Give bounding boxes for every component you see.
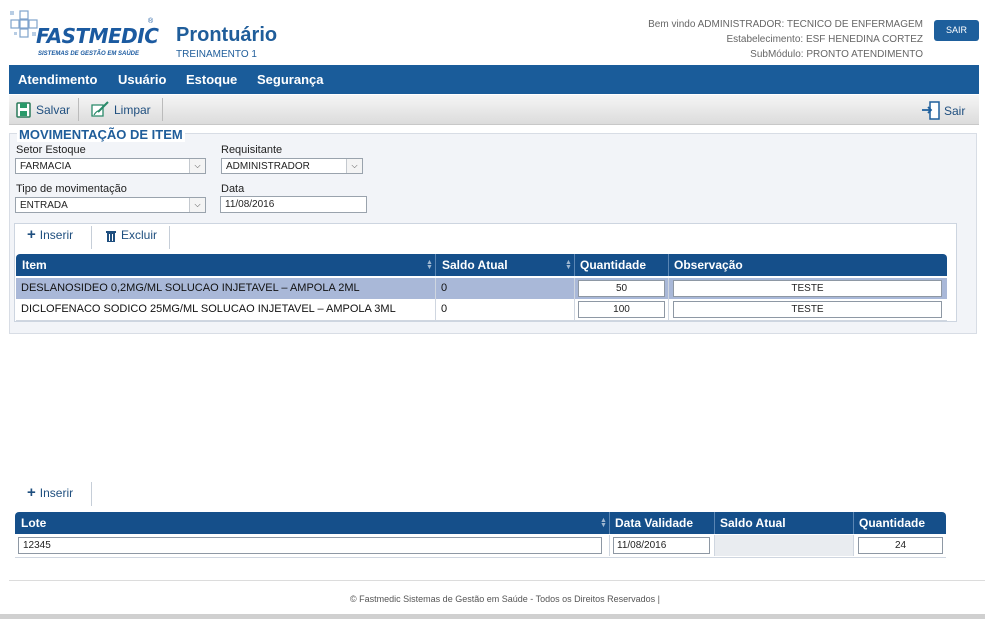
data-field[interactable]: 11/08/2016 (220, 196, 367, 213)
sort-icon[interactable]: ▲ ▼ (426, 259, 433, 271)
saldo-cell (715, 535, 853, 556)
tipo-label: Tipo de movimentação (16, 183, 127, 195)
save-icon (16, 102, 31, 118)
clear-icon (91, 101, 109, 117)
submodule-text: SubMódulo: PRONTO ATENDIMENTO (750, 49, 923, 60)
insert-lote-button[interactable]: + Inserir (27, 484, 74, 501)
plus-icon: + (27, 484, 36, 501)
section-title: MOVIMENTAÇÃO DE ITEM (17, 127, 185, 142)
col-validade[interactable]: Data Validade (615, 516, 693, 530)
validade-input[interactable]: 11/08/2016 (613, 537, 710, 554)
app-title: Prontuário (176, 24, 278, 46)
data-label: Data (221, 183, 245, 195)
observation-input[interactable]: TESTE (673, 280, 942, 297)
chevron-down-icon: ⌵ (189, 198, 205, 212)
col-quantidade[interactable]: Quantidade (580, 258, 646, 272)
requisitante-label: Requisitante (221, 144, 283, 156)
requisitante-value: ADMINISTRADOR (226, 161, 310, 172)
table-row[interactable]: DICLOFENACO SODICO 25MG/ML SOLUCAO INJET… (16, 299, 947, 321)
observation-input[interactable]: TESTE (673, 301, 942, 318)
items-table-header: Item ▲ ▼ Saldo Atual ▲ ▼ Quantidade Observ… (16, 254, 947, 276)
col-saldo[interactable]: Saldo Atual (720, 516, 786, 530)
nav-item-estoque[interactable]: Estoque (186, 72, 237, 87)
item-saldo: 0 (441, 303, 448, 315)
exit-button[interactable]: Sair (921, 101, 965, 120)
lote-input[interactable]: 12345 (18, 537, 602, 554)
main-nav: Atendimento Usuário Estoque Segurança (9, 65, 979, 94)
col-lote[interactable]: Lote (21, 516, 46, 530)
item-name: DICLOFENACO SODICO 25MG/ML SOLUCAO INJET… (21, 303, 396, 315)
plus-icon: + (27, 226, 36, 243)
lote-table-header: Lote ▲ ▼ Data Validade Saldo Atual Quanti… (15, 512, 946, 534)
clear-button[interactable]: Limpar (89, 101, 151, 118)
logo-tagline: SISTEMAS DE GESTÃO EM SAÚDE (38, 51, 140, 57)
sort-icon[interactable]: ▲ ▼ (565, 259, 572, 271)
trash-icon (106, 230, 116, 242)
tipo-value: ENTRADA (20, 200, 68, 211)
chevron-down-icon: ⌵ (189, 159, 205, 173)
footer-copyright: © Fastmedic Sistemas de Gestão em Saúde … (350, 594, 660, 604)
logo-wordmark: FASTMEDIC (36, 24, 159, 48)
save-label: Salvar (36, 102, 71, 117)
fastmedic-logo: FASTMEDIC ® SISTEMAS DE GESTÃO EM SAÚDE (8, 10, 159, 62)
toolbar: Salvar Limpar Sair (9, 95, 979, 125)
item-saldo: 0 (441, 282, 448, 294)
nav-item-seguranca[interactable]: Segurança (257, 72, 323, 87)
delete-label: Excluir (121, 228, 158, 242)
logout-button[interactable]: SAIR (934, 20, 979, 41)
tipo-select[interactable]: ENTRADA ⌵ (15, 197, 206, 213)
table-row[interactable]: DESLANOSIDEO 0,2MG/ML SOLUCAO INJETAVEL … (16, 278, 947, 300)
setor-select[interactable]: FARMACIA ⌵ (15, 158, 206, 174)
welcome-text: Bem vindo ADMINISTRADOR: TECNICO DE ENFE… (648, 19, 923, 30)
exit-label: Sair (944, 103, 966, 118)
quantity-input[interactable]: 50 (578, 280, 665, 297)
delete-item-button[interactable]: Excluir (105, 228, 157, 242)
chevron-down-icon: ⌵ (346, 159, 362, 173)
col-observacao[interactable]: Observação (674, 258, 743, 272)
nav-item-atendimento[interactable]: Atendimento (18, 72, 97, 87)
clear-label: Limpar (114, 102, 151, 117)
quantity-input[interactable]: 24 (858, 537, 943, 554)
requisitante-select[interactable]: ADMINISTRADOR ⌵ (221, 158, 363, 174)
save-button[interactable]: Salvar (16, 101, 70, 118)
items-table: Item ▲ ▼ Saldo Atual ▲ ▼ Quantidade Observ… (16, 254, 947, 321)
quantity-input[interactable]: 100 (578, 301, 665, 318)
establishment-text: Estabelecimento: ESF HENEDINA CORTEZ (726, 34, 923, 45)
sort-icon[interactable]: ▲ ▼ (600, 517, 607, 529)
bottom-bar (0, 614, 985, 619)
footer-divider (9, 580, 985, 581)
col-quantidade[interactable]: Quantidade (859, 516, 925, 530)
item-name: DESLANOSIDEO 0,2MG/ML SOLUCAO INJETAVEL … (21, 282, 360, 294)
col-saldo[interactable]: Saldo Atual (442, 258, 508, 272)
nav-item-usuario[interactable]: Usuário (118, 72, 166, 87)
insert-item-button[interactable]: + Inserir (27, 226, 74, 243)
lote-table: Lote ▲ ▼ Data Validade Saldo Atual Quanti… (15, 512, 946, 558)
insert-label: Inserir (39, 228, 74, 242)
insert-label: Inserir (39, 486, 74, 500)
exit-door-icon (922, 101, 940, 120)
app-subtitle: TREINAMENTO 1 (176, 49, 257, 60)
col-item[interactable]: Item (22, 258, 47, 272)
table-row[interactable]: 12345 11/08/2016 24 (15, 535, 946, 558)
setor-value: FARMACIA (20, 161, 72, 172)
setor-label: Setor Estoque (16, 144, 86, 156)
